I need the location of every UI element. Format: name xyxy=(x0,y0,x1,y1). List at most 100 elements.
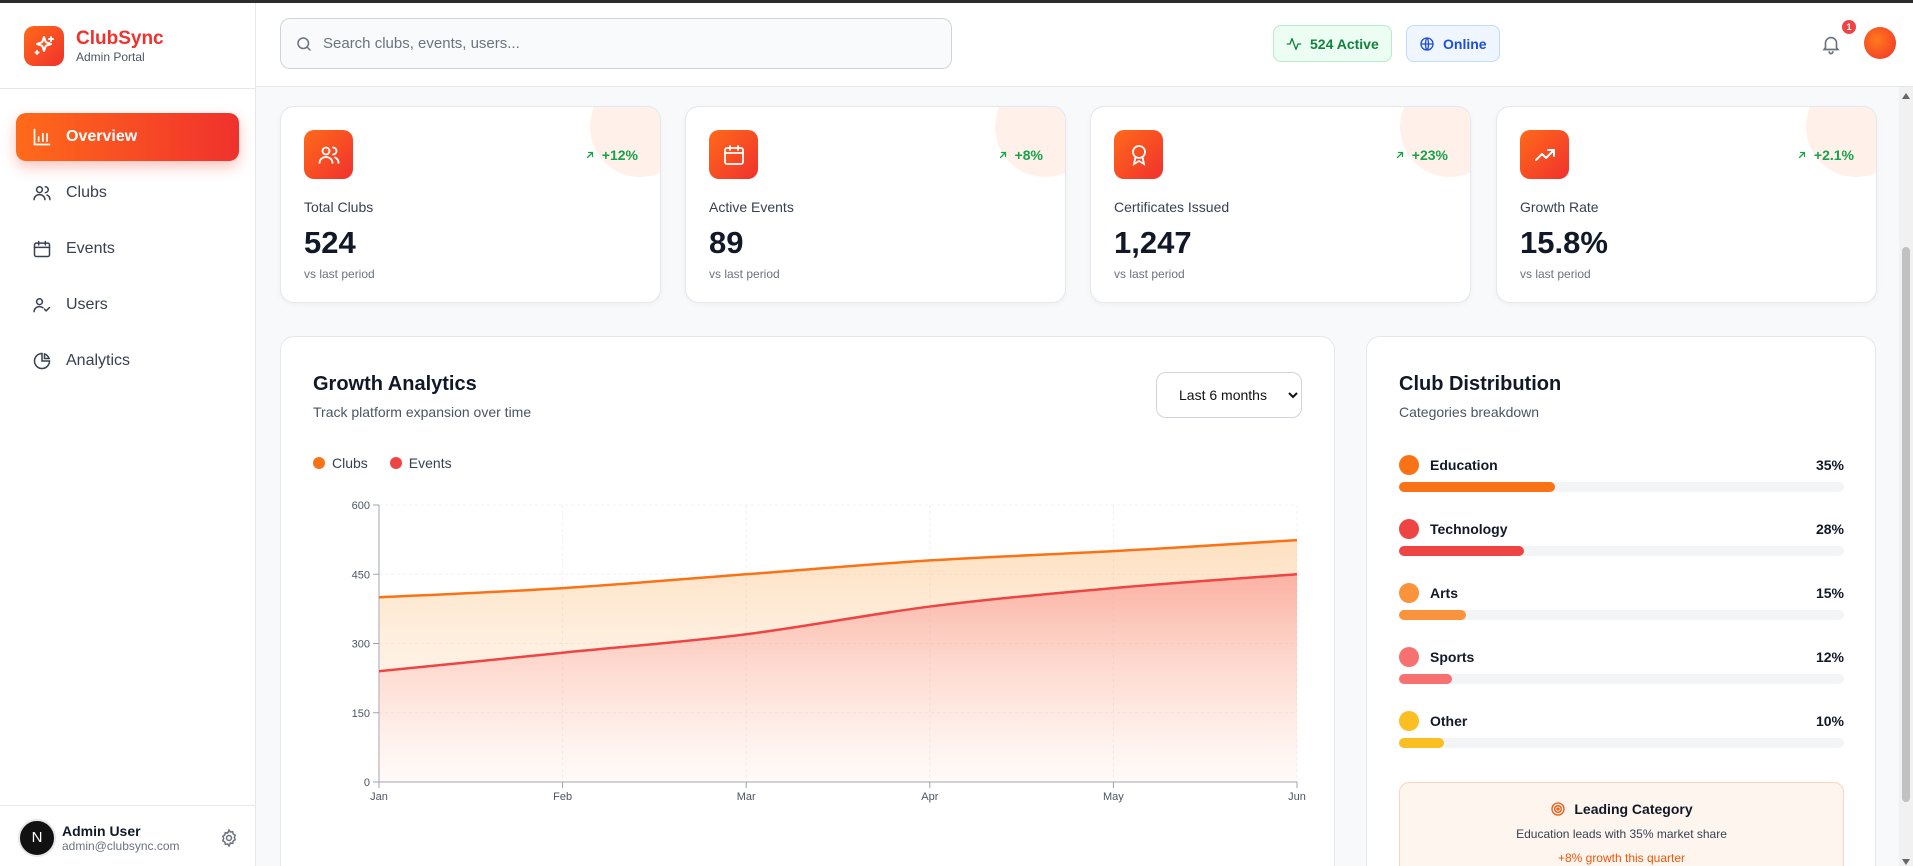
progress-fill xyxy=(1399,738,1444,748)
stat-value: 15.8% xyxy=(1520,225,1608,260)
scroll-down-arrow[interactable] xyxy=(1902,859,1910,865)
trend-indicator: +8% xyxy=(997,147,1043,163)
category-dot xyxy=(1399,519,1419,539)
target-icon xyxy=(1551,802,1566,816)
brand: ClubSync Admin Portal xyxy=(0,3,255,89)
scrollbar[interactable] xyxy=(1899,87,1913,866)
distribution-item-technology: Technology 28% xyxy=(1399,518,1844,556)
progress-track xyxy=(1399,674,1844,684)
distribution-item-education: Education 35% xyxy=(1399,454,1844,492)
scroll-up-arrow[interactable] xyxy=(1902,93,1910,99)
y-tick-label: 0 xyxy=(364,777,370,789)
category-dot xyxy=(1399,647,1419,667)
leading-category-title: Leading Category xyxy=(1400,801,1843,817)
x-tick-label: Apr xyxy=(921,791,938,803)
calendar-icon xyxy=(33,240,51,258)
progress-track xyxy=(1399,546,1844,556)
decorative-blob xyxy=(590,107,660,177)
brand-subtitle: Admin Portal xyxy=(76,49,145,64)
category-percent: 10% xyxy=(1815,713,1844,729)
sidebar-item-label: Analytics xyxy=(66,352,131,369)
online-status-badge: Online xyxy=(1406,25,1500,62)
user-check-icon xyxy=(33,298,51,313)
distribution-item-other: Other 10% xyxy=(1399,710,1844,748)
sidebar-item-overview[interactable]: Overview xyxy=(16,113,239,161)
trend-indicator: +12% xyxy=(584,147,638,163)
sidebar-item-label: Overview xyxy=(66,128,138,145)
sidebar-item-label: Events xyxy=(66,240,115,257)
category-label: Technology xyxy=(1430,521,1508,537)
category-label: Sports xyxy=(1430,649,1475,665)
stat-label: Total Clubs xyxy=(304,199,374,215)
trend-value: +2.1% xyxy=(1813,147,1854,163)
user-profile[interactable]: N Admin User admin@clubsync.com xyxy=(0,805,255,866)
sidebar-item-events[interactable]: Events xyxy=(16,225,239,273)
x-tick-label: May xyxy=(1103,791,1124,803)
category-percent: 12% xyxy=(1815,649,1844,665)
trend-indicator: +2.1% xyxy=(1796,147,1854,163)
stat-sub: vs last period xyxy=(709,267,780,281)
stat-sub: vs last period xyxy=(1520,267,1591,281)
arrow-up-right-icon xyxy=(1798,151,1806,159)
decorative-blob xyxy=(1806,107,1876,177)
award-icon xyxy=(1114,130,1163,179)
active-status-badge: 524 Active xyxy=(1273,25,1392,62)
sidebar-item-clubs[interactable]: Clubs xyxy=(16,169,239,217)
progress-fill xyxy=(1399,546,1524,556)
decorative-blob xyxy=(1400,107,1470,177)
distribution-item-sports: Sports 12% xyxy=(1399,646,1844,684)
stat-label: Certificates Issued xyxy=(1114,199,1230,215)
bar-chart-icon xyxy=(33,128,51,146)
panel-title: Club Distribution xyxy=(1399,373,1562,395)
bell-icon[interactable] xyxy=(1820,33,1842,55)
category-dot xyxy=(1399,455,1419,475)
users-icon xyxy=(304,130,353,179)
stat-card-growth-rate: +2.1% Growth Rate 15.8% vs last period xyxy=(1496,106,1877,303)
x-tick-label: Jun xyxy=(1288,791,1306,803)
x-tick-label: Mar xyxy=(737,791,756,803)
gear-icon[interactable] xyxy=(219,828,239,848)
stat-value: 1,247 xyxy=(1114,225,1192,260)
category-percent: 28% xyxy=(1815,521,1844,537)
leading-category-box: Leading Category Education leads with 35… xyxy=(1399,782,1844,866)
leading-title-text: Leading Category xyxy=(1574,801,1693,817)
stat-value: 89 xyxy=(709,225,744,260)
sidebar: ClubSync Admin Portal Overview Clubs Eve… xyxy=(0,3,256,866)
brand-name: ClubSync xyxy=(76,27,164,49)
search-input[interactable] xyxy=(323,35,923,52)
avatar[interactable] xyxy=(1864,27,1896,59)
sidebar-item-analytics[interactable]: Analytics xyxy=(16,337,239,385)
sidebar-item-users[interactable]: Users xyxy=(16,281,239,329)
pie-chart-icon xyxy=(33,352,51,370)
arrow-up-right-icon xyxy=(999,151,1006,159)
trend-value: +23% xyxy=(1411,147,1448,163)
arrow-up-right-icon xyxy=(586,151,593,159)
online-label: Online xyxy=(1443,35,1487,52)
trend-indicator: +23% xyxy=(1394,147,1448,163)
category-percent: 15% xyxy=(1815,585,1844,601)
y-tick-label: 150 xyxy=(352,708,370,720)
active-count: 524 Active xyxy=(1310,35,1379,52)
progress-fill xyxy=(1399,482,1555,492)
avatar: N xyxy=(18,818,56,857)
search-box[interactable] xyxy=(280,18,952,69)
leading-category-text: Education leads with 35% market share xyxy=(1516,827,1727,841)
sidebar-item-label: Users xyxy=(66,296,108,313)
progress-track xyxy=(1399,610,1844,620)
category-dot xyxy=(1399,711,1419,731)
stat-card-total-clubs: +12% Total Clubs 524 vs last period xyxy=(280,106,661,303)
sidebar-nav: Overview Clubs Events Users Analytics xyxy=(0,89,255,417)
user-name: Admin User xyxy=(62,822,141,839)
decorative-blob xyxy=(995,107,1065,177)
distribution-item-arts: Arts 15% xyxy=(1399,582,1844,620)
calendar-icon xyxy=(709,130,758,179)
y-tick-label: 600 xyxy=(352,500,370,512)
progress-track xyxy=(1399,738,1844,748)
category-percent: 35% xyxy=(1815,457,1844,473)
x-tick-label: Jan xyxy=(370,791,388,803)
leading-category-growth: +8% growth this quarter xyxy=(1557,851,1686,865)
scroll-thumb[interactable] xyxy=(1902,247,1910,802)
progress-track xyxy=(1399,482,1844,492)
users-icon xyxy=(33,186,51,201)
x-tick-label: Feb xyxy=(553,791,572,803)
